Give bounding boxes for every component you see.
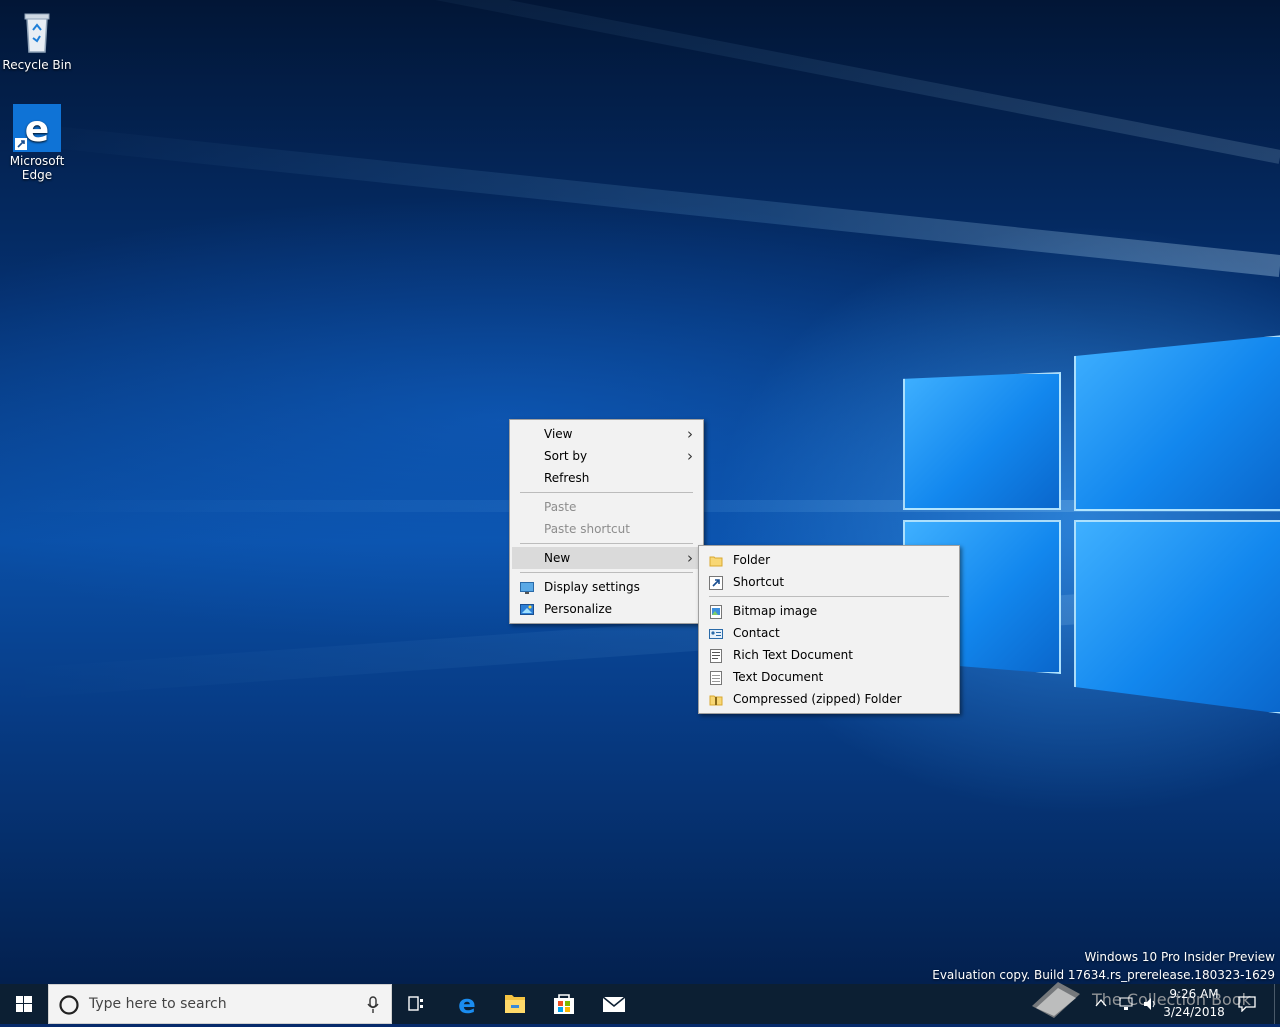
edge-icon: e [458, 990, 476, 1020]
desktop[interactable]: Recycle Bin e Microsoft Edge View › Sort … [0, 0, 1280, 984]
taskbar-store-button[interactable] [540, 984, 588, 1024]
action-center-icon[interactable] [1238, 996, 1256, 1012]
menu-item-label: Personalize [544, 602, 613, 616]
microphone-icon[interactable] [367, 996, 379, 1014]
submenu-item-rich-text-document[interactable]: Rich Text Document [699, 644, 959, 666]
chevron-right-icon: › [687, 425, 693, 443]
submenu-item-label: Bitmap image [733, 604, 818, 618]
contact-icon [709, 626, 723, 640]
menu-item-personalize[interactable]: Personalize [510, 598, 703, 620]
task-view-button[interactable] [392, 984, 440, 1024]
desktop-icon-microsoft-edge[interactable]: e Microsoft Edge [1, 104, 73, 182]
menu-item-label: Sort by [544, 449, 588, 463]
submenu-item-label: Shortcut [733, 575, 785, 589]
submenu-item-compressed-folder[interactable]: Compressed (zipped) Folder [699, 688, 959, 710]
text-document-icon [709, 670, 723, 685]
file-explorer-icon [505, 995, 525, 1013]
start-button[interactable] [0, 984, 48, 1024]
menu-item-label: Paste [544, 500, 577, 514]
new-submenu: Folder Shortcut Bitmap image Contact Ric… [698, 545, 960, 714]
chevron-right-icon: › [687, 447, 693, 465]
build-watermark-line1: Windows 10 Pro Insider Preview [1084, 950, 1275, 964]
zip-folder-icon [709, 692, 723, 706]
taskbar-search-box[interactable]: Type here to search [48, 984, 392, 1024]
display-icon [520, 580, 534, 594]
menu-item-view[interactable]: View › [510, 423, 703, 445]
taskbar: Type here to search e The Collection Boo… [0, 982, 1280, 1024]
menu-separator [520, 543, 693, 544]
desktop-context-menu: View › Sort by › Refresh Paste Paste short… [509, 419, 704, 624]
menu-item-paste: Paste [510, 496, 703, 518]
menu-item-new[interactable]: New › [512, 547, 701, 569]
recycle-bin-icon [13, 8, 61, 56]
wallpaper-beam [5, 121, 1280, 277]
submenu-item-text-document[interactable]: Text Document [699, 666, 959, 688]
folder-icon [709, 553, 723, 567]
menu-item-label: Paste shortcut [544, 522, 630, 536]
cortana-icon [59, 995, 79, 1015]
desktop-icon-recycle-bin[interactable]: Recycle Bin [1, 8, 73, 72]
store-icon [554, 994, 574, 1014]
windows-logo-pane [1074, 520, 1280, 714]
taskbar-edge-button[interactable]: e [443, 984, 491, 1024]
submenu-item-label: Folder [733, 553, 771, 567]
submenu-item-label: Compressed (zipped) Folder [733, 692, 902, 706]
menu-item-label: New [544, 551, 571, 565]
network-icon[interactable] [1118, 996, 1134, 1012]
menu-item-display-settings[interactable]: Display settings [510, 576, 703, 598]
build-watermark-line2: Evaluation copy. Build 17634.rs_prerelea… [932, 968, 1275, 982]
shortcut-icon [709, 575, 723, 590]
taskbar-file-explorer-button[interactable] [491, 984, 539, 1024]
menu-item-refresh[interactable]: Refresh [510, 467, 703, 489]
submenu-item-label: Text Document [733, 670, 824, 684]
submenu-item-label: Contact [733, 626, 780, 640]
svg-text:e: e [458, 990, 476, 1020]
submenu-item-label: Rich Text Document [733, 648, 853, 662]
recycle-bin-label: Recycle Bin [2, 58, 72, 72]
menu-item-sort-by[interactable]: Sort by › [510, 445, 703, 467]
submenu-item-folder[interactable]: Folder [699, 549, 959, 571]
show-hidden-icons-chevron-up-icon[interactable] [1094, 996, 1108, 1010]
menu-item-label: Display settings [544, 580, 640, 594]
task-view-icon [408, 996, 423, 1011]
personalize-icon [520, 602, 534, 616]
clock-time[interactable]: 9:26 AM [1162, 987, 1226, 1001]
windows-start-icon [16, 996, 32, 1012]
search-placeholder: Type here to search [89, 996, 227, 1012]
volume-icon[interactable] [1142, 996, 1158, 1012]
edge-label-line2: Edge [21, 168, 53, 182]
bitmap-icon [709, 604, 723, 619]
clock-date[interactable]: 3/24/2018 [1162, 1005, 1226, 1019]
chevron-right-icon: › [687, 549, 693, 567]
submenu-item-shortcut[interactable]: Shortcut [699, 571, 959, 593]
menu-item-paste-shortcut: Paste shortcut [510, 518, 703, 540]
submenu-item-bitmap-image[interactable]: Bitmap image [699, 600, 959, 622]
show-desktop-button[interactable] [1274, 984, 1280, 1024]
edge-label-line1: Microsoft [9, 154, 65, 168]
windows-logo-pane [1074, 335, 1280, 511]
mail-icon [602, 996, 626, 1012]
svg-text:e: e [25, 109, 49, 150]
menu-item-label: Refresh [544, 471, 590, 485]
book-watermark-icon [1032, 982, 1080, 1018]
menu-separator [520, 492, 693, 493]
wallpaper-beam [22, 0, 1280, 164]
windows-logo-pane [903, 372, 1061, 510]
submenu-item-contact[interactable]: Contact [699, 622, 959, 644]
taskbar-mail-button[interactable] [590, 984, 638, 1024]
edge-icon: e [13, 104, 61, 152]
menu-separator [520, 572, 693, 573]
menu-item-label: View [544, 427, 573, 441]
menu-separator [709, 596, 949, 597]
rich-text-icon [709, 648, 723, 663]
